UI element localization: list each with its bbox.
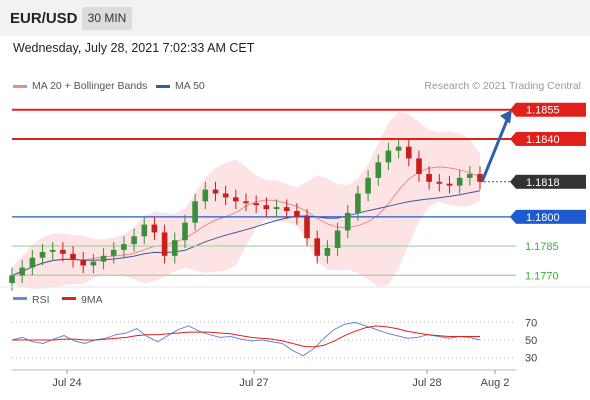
candle (243, 201, 249, 204)
candle (110, 249, 117, 256)
rsi-tick-label: 30 (525, 353, 537, 365)
candle (446, 183, 453, 186)
candle (334, 230, 341, 248)
candle (182, 222, 188, 241)
candle (100, 255, 107, 262)
forecast-arrow-shaft (480, 117, 510, 183)
candle (172, 240, 178, 256)
rsi-ma-legend-label: 9MA (81, 294, 103, 306)
candle (49, 249, 56, 252)
candle (222, 193, 229, 198)
target-label: 1.1770 (525, 270, 559, 282)
resistance-label: 1.1840 (526, 134, 560, 146)
rsi-ma-swatch-icon (62, 297, 76, 300)
target-label: 1.1785 (525, 241, 559, 253)
candle (283, 207, 290, 211)
candle (304, 216, 310, 239)
candle (456, 177, 463, 186)
candle (314, 238, 320, 256)
candle (19, 267, 25, 276)
candle (131, 236, 137, 245)
x-tick-label: Jul 24 (52, 377, 81, 389)
current-price-pointer (510, 174, 516, 189)
x-tick-label: Jul 27 (239, 377, 268, 389)
candle (385, 150, 392, 163)
candle (9, 275, 15, 284)
support-pointer (510, 209, 516, 224)
candle (121, 244, 127, 250)
candle (90, 261, 97, 266)
candle (212, 189, 219, 194)
current-price-label: 1.1818 (526, 177, 560, 189)
x-tick-label: Jul 28 (412, 377, 441, 389)
candle (29, 257, 36, 268)
candle (151, 224, 158, 233)
resistance-pointer (510, 131, 516, 146)
candle (192, 201, 198, 223)
rsi-tick-label: 70 (525, 317, 537, 329)
candle (375, 162, 382, 178)
candle (324, 248, 331, 256)
candle (253, 203, 259, 206)
candle (426, 174, 432, 182)
rsi-legend-label: RSI (32, 294, 50, 306)
candle (395, 146, 402, 151)
candle (202, 189, 209, 202)
candle (406, 146, 412, 159)
candle (60, 249, 66, 254)
rsi-swatch-icon (13, 297, 27, 300)
support-label: 1.1800 (526, 212, 560, 224)
price-chart: 1.1855 1.1840 1.1818 1.1800 1.1785 1.1770 RSI 9… (0, 102, 590, 389)
candle (80, 259, 86, 266)
resistance-label: 1.1855 (526, 105, 560, 117)
candle (294, 211, 300, 217)
candle (416, 158, 422, 174)
candle (233, 197, 239, 202)
candle (355, 193, 361, 213)
candle (161, 232, 168, 256)
candle (436, 181, 443, 184)
candle (344, 212, 351, 231)
rsi-tick-label: 50 (525, 335, 537, 347)
rsi-ma-line (12, 325, 480, 348)
candle (70, 253, 76, 260)
candle (39, 251, 46, 258)
candle (273, 207, 280, 209)
candle (365, 177, 371, 194)
candle (141, 224, 148, 237)
x-tick-label: Aug 2 (481, 377, 510, 389)
candle (467, 174, 473, 178)
candle (263, 205, 270, 210)
rsi-line (11, 321, 481, 357)
